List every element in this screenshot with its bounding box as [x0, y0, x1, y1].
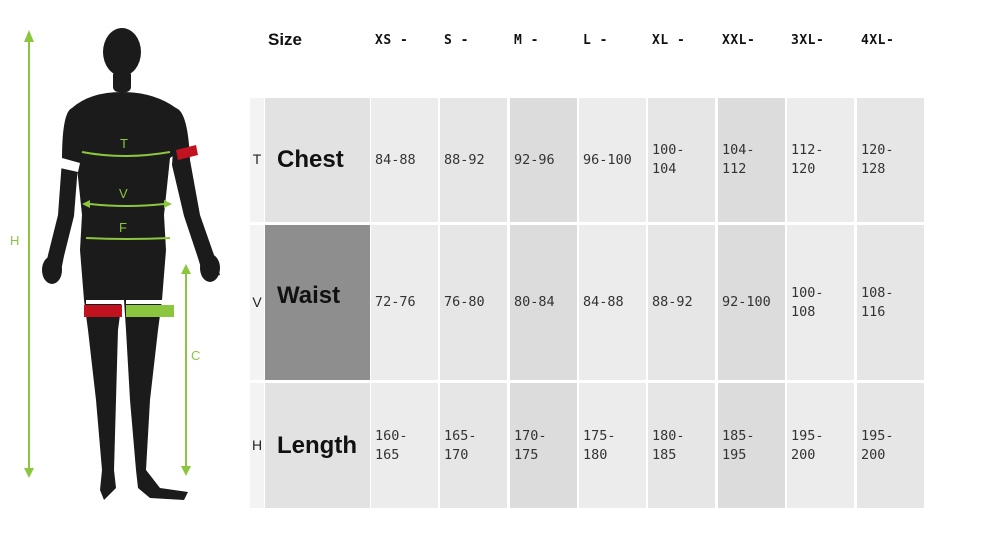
- body-measurement-figure: T V F H C: [10, 28, 220, 500]
- table-cell: 80-84: [510, 225, 577, 380]
- table-cell: 96-100: [579, 98, 646, 222]
- figure-label-h: H: [10, 233, 19, 248]
- hip-guide: [85, 237, 171, 240]
- table-cell: 160- 165: [371, 383, 438, 508]
- size-header-title: Size: [268, 30, 303, 49]
- size-header-xs: XS -: [375, 33, 409, 48]
- table-cell: 92-96: [510, 98, 577, 222]
- row-letter: V: [252, 293, 262, 310]
- table-cell: 165- 170: [440, 383, 507, 508]
- table-cell: 100- 104: [648, 98, 715, 222]
- table-cell: 185- 195: [718, 383, 785, 508]
- table-cell: 170- 175: [510, 383, 577, 508]
- table-cell: 120- 128: [857, 98, 924, 222]
- table-cell: 175- 180: [579, 383, 646, 508]
- table-cell: 104- 112: [718, 98, 785, 222]
- table-cell: 180- 185: [648, 383, 715, 508]
- table-cell: 112- 120: [787, 98, 854, 222]
- figure-label-c: C: [191, 348, 200, 363]
- figure-label-f: F: [119, 220, 127, 235]
- table-cell: 84-88: [579, 225, 646, 380]
- size-header-l: L -: [583, 33, 608, 48]
- row-label-length: Length: [265, 383, 370, 508]
- row-label-waist: Waist: [265, 225, 370, 380]
- figure-label-t: T: [120, 136, 128, 151]
- table-cell: 108- 116: [857, 225, 924, 380]
- table-cell: 92-100: [718, 225, 785, 380]
- row-letter: H: [251, 436, 263, 453]
- size-header-s: S -: [444, 33, 469, 48]
- size-header-m: M -: [514, 33, 539, 48]
- size-header-xxl: XXL-: [722, 33, 756, 48]
- body-silhouette: [42, 28, 220, 500]
- row-label-chest: Chest: [265, 98, 370, 222]
- table-cell: 88-92: [648, 225, 715, 380]
- table-cell: 72-76: [371, 225, 438, 380]
- size-header-3xl: 3XL-: [791, 33, 825, 48]
- table-cell: 76-80: [440, 225, 507, 380]
- table-cell: 84-88: [371, 98, 438, 222]
- row-letter: T: [252, 151, 262, 167]
- table-cell: 195- 200: [787, 383, 854, 508]
- figure-label-v: V: [119, 186, 128, 201]
- size-header-xl: XL -: [652, 33, 686, 48]
- size-header-4xl: 4XL-: [861, 33, 895, 48]
- table-cell: 195- 200: [857, 383, 924, 508]
- table-cell: 100- 108: [787, 225, 854, 380]
- table-cell: 88-92: [440, 98, 507, 222]
